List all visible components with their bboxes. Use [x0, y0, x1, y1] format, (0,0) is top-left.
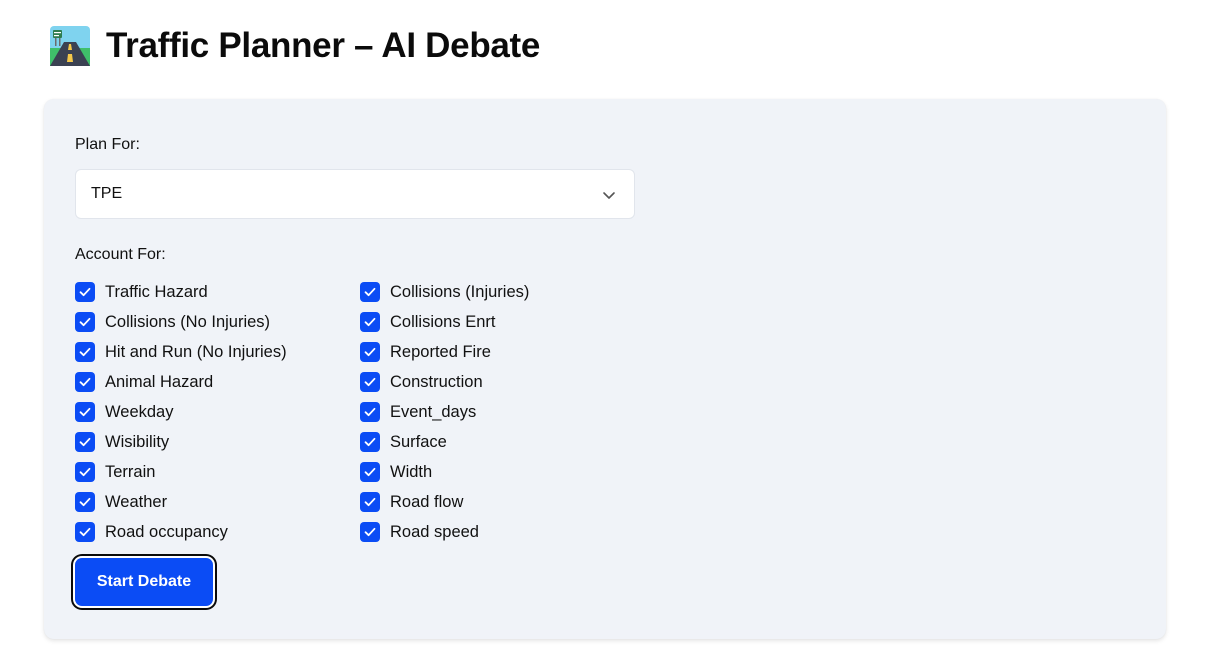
checkbox-item-traffic-hazard[interactable]: Traffic Hazard: [75, 277, 360, 307]
checkbox-label: Wisibility: [105, 432, 170, 451]
checkbox-label: Surface: [390, 432, 447, 451]
checkbox-checked-icon[interactable]: [360, 402, 380, 422]
checkbox-item-weather[interactable]: Weather: [75, 487, 360, 517]
checkbox-label: Weekday: [105, 402, 174, 421]
checkbox-checked-icon[interactable]: [360, 342, 380, 362]
checkbox-label: Collisions (No Injuries): [105, 312, 271, 331]
checkbox-checked-icon[interactable]: [75, 492, 95, 512]
checkbox-label: Road flow: [390, 492, 464, 511]
checkbox-item-width[interactable]: Width: [360, 457, 620, 487]
checkbox-label: Width: [390, 462, 433, 481]
checkbox-label: Weather: [105, 492, 168, 511]
checkbox-item-collisions-enrt[interactable]: Collisions Enrt: [360, 307, 620, 337]
checkbox-checked-icon[interactable]: [360, 462, 380, 482]
checkbox-item-road-occupancy[interactable]: Road occupancy: [75, 517, 360, 547]
checkbox-checked-icon[interactable]: [75, 282, 95, 302]
checkbox-label: Collisions Enrt: [390, 312, 496, 331]
checkbox-item-collisions-injuries[interactable]: Collisions (Injuries): [360, 277, 620, 307]
checkbox-item-weekday[interactable]: Weekday: [75, 397, 360, 427]
start-debate-button[interactable]: Start Debate: [75, 558, 213, 606]
checkbox-label: Event_days: [390, 402, 477, 421]
checkbox-checked-icon[interactable]: [360, 432, 380, 452]
checkbox-checked-icon[interactable]: [75, 522, 95, 542]
checkbox-label: Collisions (Injuries): [390, 282, 530, 301]
checkbox-label: Road occupancy: [105, 522, 228, 541]
checkbox-checked-icon[interactable]: [360, 492, 380, 512]
checkbox-checked-icon[interactable]: [75, 462, 95, 482]
checkbox-label: Traffic Hazard: [105, 282, 208, 301]
checkbox-checked-icon[interactable]: [360, 312, 380, 332]
checkbox-checked-icon[interactable]: [75, 312, 95, 332]
checkbox-item-hit-and-run-no-injuries[interactable]: Hit and Run (No Injuries): [75, 337, 360, 367]
plan-for-label: Plan For:: [75, 136, 140, 153]
plan-for-select[interactable]: TPE: [75, 169, 635, 219]
checkbox-item-surface[interactable]: Surface: [360, 427, 620, 457]
checkbox-label: Hit and Run (No Injuries): [105, 342, 287, 361]
plan-for-selected-value: TPE: [91, 185, 123, 202]
checkbox-label: Reported Fire: [390, 342, 491, 361]
checkbox-item-animal-hazard[interactable]: Animal Hazard: [75, 367, 360, 397]
checkbox-checked-icon[interactable]: [75, 372, 95, 392]
page-header: Traffic Planner – AI Debate: [50, 24, 540, 68]
planner-form-card: Plan For: TPE Account For: Traffic Hazar…: [44, 99, 1166, 639]
highway-road-icon: [50, 26, 90, 66]
checkbox-item-terrain[interactable]: Terrain: [75, 457, 360, 487]
checkbox-item-construction[interactable]: Construction: [360, 367, 620, 397]
checkbox-checked-icon[interactable]: [360, 522, 380, 542]
checkbox-checked-icon[interactable]: [360, 282, 380, 302]
account-for-label: Account For:: [75, 246, 166, 263]
checkbox-checked-icon[interactable]: [75, 402, 95, 422]
checkbox-item-road-speed[interactable]: Road speed: [360, 517, 620, 547]
checkbox-checked-icon[interactable]: [75, 342, 95, 362]
checkbox-item-road-flow[interactable]: Road flow: [360, 487, 620, 517]
checkbox-item-event-days[interactable]: Event_days: [360, 397, 620, 427]
checkbox-label: Road speed: [390, 522, 479, 541]
checkbox-label: Construction: [390, 372, 483, 391]
checkbox-checked-icon[interactable]: [360, 372, 380, 392]
checkbox-item-wisibility[interactable]: Wisibility: [75, 427, 360, 457]
checkbox-label: Animal Hazard: [105, 372, 214, 391]
checkbox-item-collisions-no-injuries[interactable]: Collisions (No Injuries): [75, 307, 360, 337]
checkbox-item-reported-fire[interactable]: Reported Fire: [360, 337, 620, 367]
page-title: Traffic Planner – AI Debate: [106, 26, 541, 65]
account-for-checklist: Traffic Hazard Collisions (Injuries) Colli…: [75, 277, 620, 547]
checkbox-label: Terrain: [105, 462, 156, 481]
checkbox-checked-icon[interactable]: [75, 432, 95, 452]
chevron-down-icon: [603, 192, 615, 199]
